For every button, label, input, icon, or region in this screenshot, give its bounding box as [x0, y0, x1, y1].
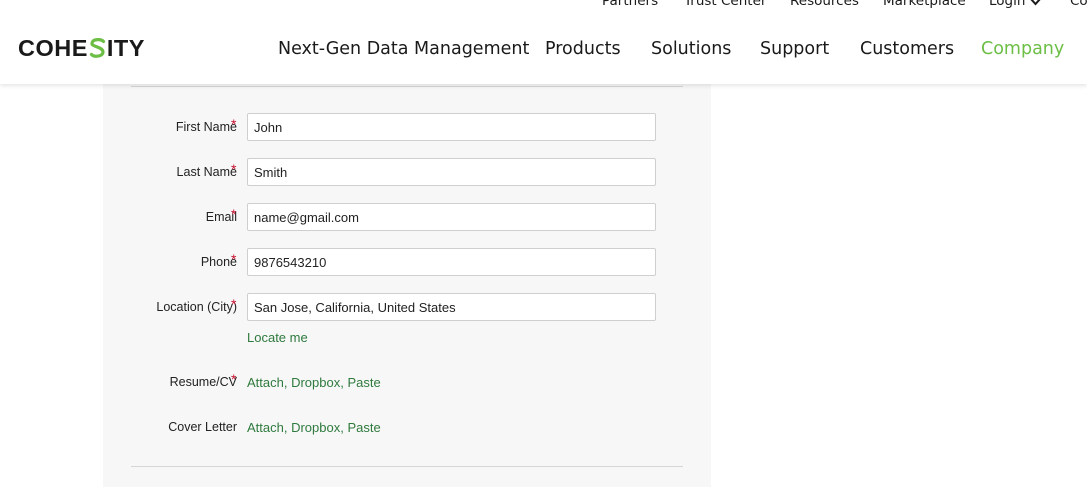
form-divider-bottom — [131, 466, 683, 467]
required-asterisk: * — [231, 206, 237, 222]
cohesity-logo[interactable]: COHE ITY — [18, 34, 145, 61]
cover-letter-attach-link[interactable]: Attach — [247, 420, 284, 435]
utility-link-partners[interactable]: Partners — [602, 0, 658, 9]
chevron-down-icon — [1031, 0, 1041, 5]
site-header: Partners Trust Center Resources Marketpl… — [0, 0, 1087, 84]
logo-s-mark-icon — [89, 37, 106, 59]
locate-me-row: Locate me — [247, 330, 308, 345]
utility-link-marketplace[interactable]: Marketplace — [883, 0, 966, 9]
location-label: Location (City) — [156, 300, 237, 314]
cover-letter-paste-link[interactable]: Paste — [347, 420, 380, 435]
resume-dropbox-link[interactable]: Dropbox — [291, 375, 340, 390]
utility-link-resources[interactable]: Resources — [790, 0, 859, 9]
nav-products[interactable]: Products — [545, 38, 621, 60]
cover-letter-label: Cover Letter — [168, 420, 237, 434]
location-input[interactable] — [247, 293, 656, 321]
last-name-input[interactable] — [247, 158, 656, 186]
nav-customers[interactable]: Customers — [860, 38, 954, 60]
resume-attach-link[interactable]: Attach — [247, 375, 284, 390]
nav-support[interactable]: Support — [760, 38, 829, 60]
cover-letter-dropbox-link[interactable]: Dropbox — [291, 420, 340, 435]
required-asterisk: * — [231, 116, 237, 132]
phone-input[interactable] — [247, 248, 656, 276]
form-divider-top — [131, 86, 683, 87]
first-name-input[interactable] — [247, 113, 656, 141]
nav-company[interactable]: Company — [981, 38, 1064, 60]
utility-link-contact[interactable]: Co — [1070, 0, 1087, 9]
first-name-label: First Name — [175, 120, 237, 134]
last-name-label: Last Name — [176, 165, 237, 179]
resume-upload-options: Attach, Dropbox, Paste — [247, 375, 381, 390]
utility-link-trust-center[interactable]: Trust Center — [684, 0, 766, 9]
nav-next-gen-data-management[interactable]: Next-Gen Data Management — [278, 38, 529, 60]
utility-nav: Partners Trust Center Resources Marketpl… — [0, 0, 1087, 13]
required-asterisk: * — [231, 251, 237, 267]
application-form: First Name * Last Name * Email * Phone *… — [103, 84, 711, 487]
email-input[interactable] — [247, 203, 656, 231]
required-asterisk: * — [231, 296, 237, 312]
locate-me-link[interactable]: Locate me — [247, 330, 308, 345]
logo-text-right: ITY — [106, 34, 145, 61]
resume-label: Resume/CV — [169, 375, 237, 389]
logo-text-left: COHE — [18, 34, 88, 61]
login-label: Login — [989, 0, 1026, 9]
required-asterisk: * — [231, 161, 237, 177]
cover-letter-upload-options: Attach, Dropbox, Paste — [247, 420, 381, 435]
required-asterisk: * — [231, 371, 237, 387]
resume-paste-link[interactable]: Paste — [347, 375, 380, 390]
nav-solutions[interactable]: Solutions — [651, 38, 731, 60]
utility-link-login[interactable]: Login — [989, 0, 1042, 9]
